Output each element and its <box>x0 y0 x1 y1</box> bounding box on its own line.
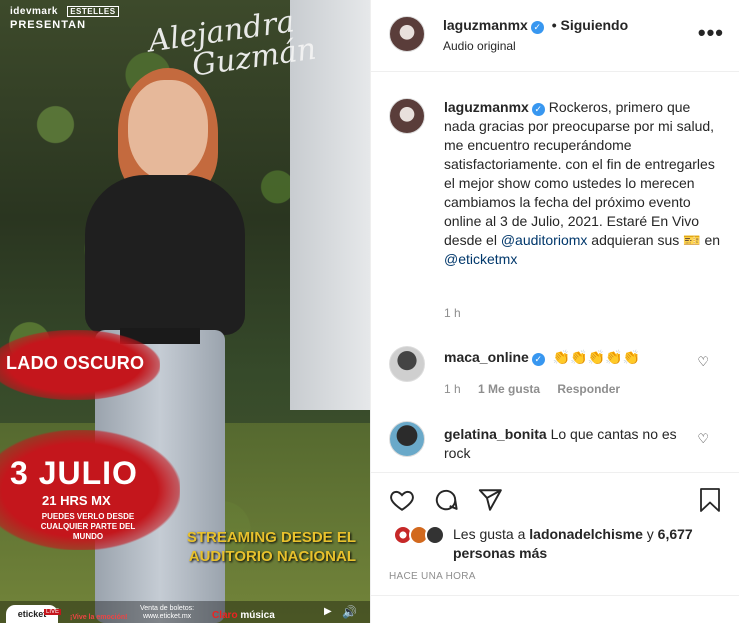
ticket-emoji: 🎫 <box>683 232 701 248</box>
presentan-label: PRESENTAN <box>10 19 87 31</box>
mention-auditoriomx[interactable]: @auditoriomx <box>501 232 588 248</box>
mention-eticketmx[interactable]: @eticketmx <box>444 251 517 267</box>
streaming-line2: AUDITORIO NACIONAL <box>188 548 356 565</box>
follow-status[interactable]: • Siguiendo <box>552 17 628 33</box>
likes-and: y <box>646 526 654 542</box>
claro-label: Claro <box>212 610 238 621</box>
comment-bubble-icon[interactable] <box>433 487 459 513</box>
author-line: laguzmanmx ✓ • Siguiendo <box>443 17 628 34</box>
presenter-logo: idevmark ESTELLES PRESENTAN <box>10 6 119 31</box>
person-face <box>128 80 208 180</box>
verified-icon: ✓ <box>531 103 545 116</box>
claro-musica-logo: Claro música <box>212 610 275 621</box>
post-header: laguzmanmx ✓ • Siguiendo Audio original •… <box>371 0 739 72</box>
volume-icon[interactable]: 🔊 <box>342 605 357 619</box>
caption: laguzmanmx ✓ Rockeros, primero que nada g… <box>444 98 724 269</box>
event-hour: 21 HRS MX <box>42 493 111 508</box>
post-actions: Les gusta a ladonadelchisme y 6,677 pers… <box>371 472 739 608</box>
brand-top-2: ESTELLES <box>67 6 119 17</box>
comment-avatar[interactable] <box>389 421 425 457</box>
brand-top: idevmark <box>10 6 58 17</box>
live-badge: LIVE <box>44 609 62 615</box>
comment-row: gelatina_bonita Lo que cantas no es rock <box>444 425 704 463</box>
streaming-line1: STREAMING DESDE EL <box>186 529 356 546</box>
lado-oscuro-label: LADO OSCURO <box>6 353 145 373</box>
comment-row: maca_online ✓ 👏👏👏👏👏 <box>444 348 704 367</box>
comment-username[interactable]: maca_online <box>444 349 529 365</box>
liker-avatars <box>393 525 453 547</box>
streaming-label: STREAMING DESDE EL AUDITORIO NACIONAL <box>187 528 356 566</box>
save-bookmark-icon[interactable] <box>698 487 722 513</box>
author-username[interactable]: laguzmanmx <box>443 17 528 33</box>
verified-icon: ✓ <box>530 21 544 34</box>
audio-label[interactable]: Audio original <box>443 39 516 53</box>
comment-likes[interactable]: 1 Me gusta <box>478 382 540 396</box>
caption-text: Rockeros, primero que nada gracias por p… <box>444 99 715 248</box>
comment-like-icon[interactable]: ♡ <box>697 431 709 447</box>
comment-like-icon[interactable]: ♡ <box>697 354 709 370</box>
like-heart-icon[interactable] <box>389 487 415 513</box>
author-avatar[interactable] <box>389 16 425 52</box>
caption-text3: en <box>704 232 721 248</box>
more-options-icon[interactable]: ••• <box>698 20 724 46</box>
event-date: 3 JULIO <box>10 455 138 491</box>
post-media[interactable]: idevmark ESTELLES PRESENTAN Alejandra Gu… <box>0 0 370 623</box>
comment-username[interactable]: gelatina_bonita <box>444 426 547 442</box>
caption-text2: adquieran sus <box>591 232 680 248</box>
ticket-sale-info: Venta de boletos: www.eticket.mx <box>140 605 194 621</box>
verified-icon: ✓ <box>531 353 545 366</box>
post-sidebar: laguzmanmx ✓ • Siguiendo Audio original •… <box>370 0 739 623</box>
event-where: PUEDES VERLO DESDE CUALQUIER PARTE DEL M… <box>40 512 136 541</box>
sale-line1: Venta de boletos: <box>140 605 195 612</box>
play-icon[interactable]: ▶ <box>324 606 332 617</box>
liker-avatar[interactable] <box>425 525 445 545</box>
likes-summary: Les gusta a ladonadelchisme y 6,677 pers… <box>453 525 723 563</box>
post-timestamp[interactable]: HACE UNA HORA <box>389 571 476 582</box>
comment-meta: 1 h 1 Me gusta Responder <box>444 382 620 396</box>
comment-avatar[interactable] <box>389 346 425 382</box>
musica-label: música <box>240 610 275 621</box>
reply-button[interactable]: Responder <box>557 382 620 396</box>
comment-text: 👏👏👏👏👏 <box>552 349 640 365</box>
likes-user[interactable]: ladonadelchisme <box>529 526 643 542</box>
likes-prefix: Les gusta a <box>453 526 526 542</box>
add-comment-bar[interactable] <box>371 595 739 623</box>
vive-tagline: ¡Vive la emoción! <box>70 614 128 621</box>
caption-username[interactable]: laguzmanmx <box>444 99 529 115</box>
caption-time[interactable]: 1 h <box>444 306 461 320</box>
share-send-icon[interactable] <box>477 487 503 513</box>
caption-avatar[interactable] <box>389 98 425 134</box>
person-shirt <box>85 175 245 335</box>
comment-time[interactable]: 1 h <box>444 382 461 396</box>
sale-line2: www.eticket.mx <box>142 613 192 620</box>
